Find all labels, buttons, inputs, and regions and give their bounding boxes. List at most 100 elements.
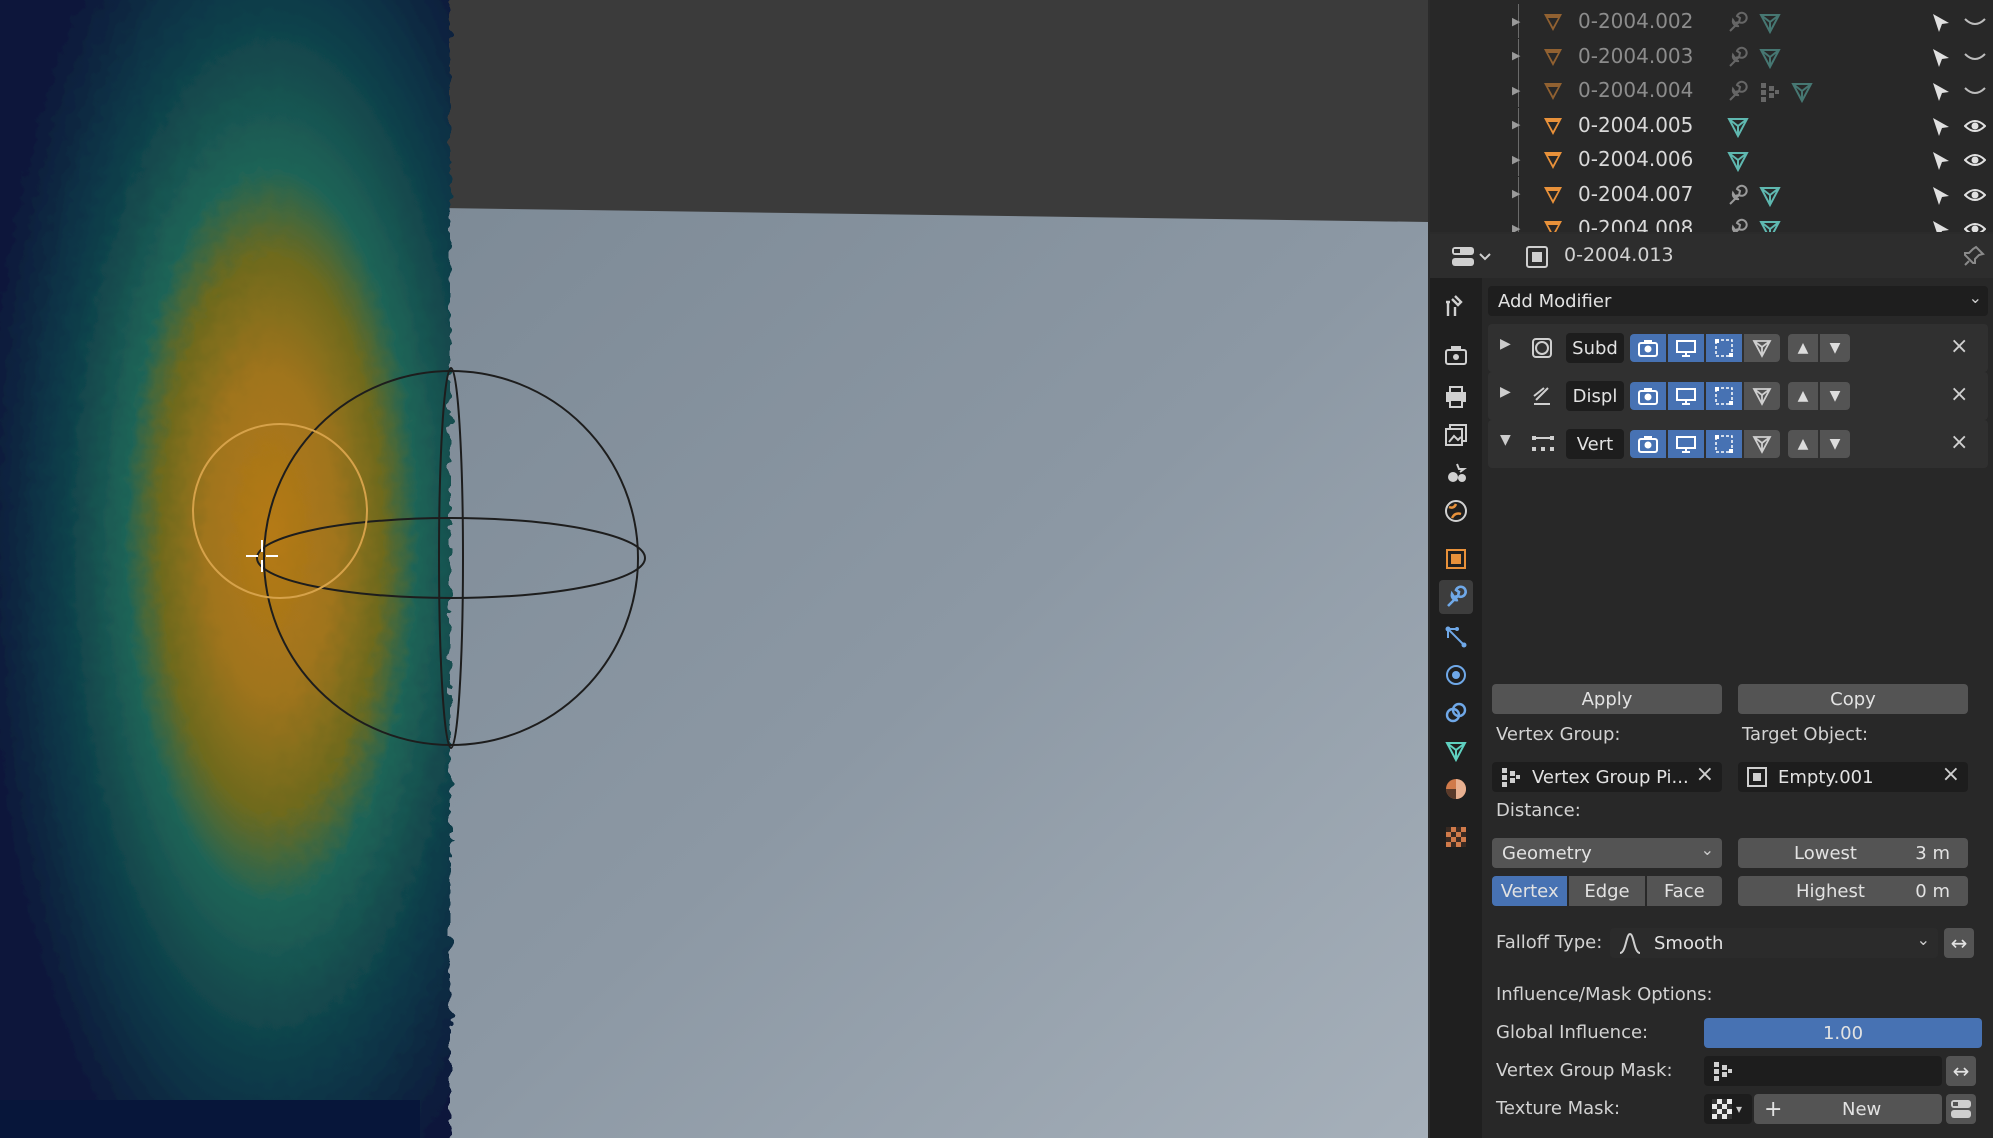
pin-icon[interactable] <box>1962 244 1986 268</box>
texture-coords-button[interactable] <box>1946 1094 1976 1124</box>
outliner-item-name[interactable]: 0-2004.004 <box>1578 78 1693 102</box>
outliner-row[interactable]: ▶ 0-2004.003 <box>1430 38 1993 74</box>
eye-icon[interactable] <box>1964 220 1986 232</box>
cage-toggle[interactable] <box>1744 430 1780 458</box>
remove-modifier-icon[interactable]: × <box>1950 430 1968 455</box>
3d-viewport[interactable] <box>0 0 1428 1138</box>
move-down-button[interactable]: ▼ <box>1820 334 1850 362</box>
cage-toggle[interactable] <box>1744 334 1780 362</box>
mesh-data-icon[interactable] <box>1758 218 1782 232</box>
mesh-data-icon[interactable] <box>1758 184 1782 212</box>
move-down-button[interactable]: ▼ <box>1820 382 1850 410</box>
segment-edge[interactable]: Edge <box>1569 876 1645 906</box>
tab-output[interactable] <box>1439 380 1473 414</box>
outliner-item-name[interactable]: 0-2004.005 <box>1578 113 1693 137</box>
segment-face[interactable]: Face <box>1646 876 1722 906</box>
selectable-arrow-icon[interactable] <box>1930 185 1952 207</box>
outliner-item-name[interactable]: 0-2004.003 <box>1578 44 1693 68</box>
modifier-name-field[interactable]: Subd <box>1566 333 1624 363</box>
collapse-arrow-icon[interactable]: ▼ <box>1500 432 1511 448</box>
expand-arrow-icon[interactable]: ▶ <box>1512 84 1520 97</box>
selectable-arrow-icon[interactable] <box>1930 219 1952 232</box>
texture-browse-button[interactable]: ▾ <box>1704 1094 1752 1124</box>
wrench-icon[interactable] <box>1726 218 1750 232</box>
invert-mask-toggle[interactable]: ↔ <box>1946 1056 1976 1086</box>
outliner-row[interactable]: ▶ 0-2004.007 <box>1430 176 1993 212</box>
invert-falloff-toggle[interactable]: ↔ <box>1944 928 1974 958</box>
expand-arrow-icon[interactable]: ▶ <box>1512 153 1520 166</box>
selectable-arrow-icon[interactable] <box>1930 12 1952 34</box>
tab-constraints[interactable] <box>1439 696 1473 730</box>
move-up-button[interactable]: ▲ <box>1788 382 1818 410</box>
tab-world[interactable] <box>1439 494 1473 528</box>
add-modifier-dropdown[interactable]: Add Modifier ⌄ <box>1488 286 1988 316</box>
mesh-data-icon[interactable] <box>1726 115 1750 143</box>
clear-target-object-icon[interactable]: × <box>1942 762 1960 787</box>
expand-arrow-icon[interactable]: ▶ <box>1500 384 1511 400</box>
render-toggle[interactable] <box>1630 334 1666 362</box>
tab-physics[interactable] <box>1439 658 1473 692</box>
outliner-item-name[interactable]: 0-2004.007 <box>1578 182 1693 206</box>
outliner-row[interactable]: ▶ 0-2004.008 <box>1430 211 1993 232</box>
mesh-data-icon[interactable] <box>1758 11 1782 39</box>
clear-vertex-group-icon[interactable]: × <box>1696 762 1714 787</box>
edit-mode-toggle[interactable] <box>1706 334 1742 362</box>
falloff-type-dropdown[interactable]: Smooth ⌄ <box>1610 928 1938 958</box>
viewport-toggle[interactable] <box>1668 430 1704 458</box>
mesh-data-icon[interactable] <box>1790 80 1814 108</box>
outliner-row[interactable]: ▶ 0-2004.006 <box>1430 142 1993 176</box>
viewport-toggle[interactable] <box>1668 382 1704 410</box>
distance-mode-dropdown[interactable]: Geometry ⌄ <box>1492 838 1722 868</box>
eye-closed-icon[interactable] <box>1964 48 1986 66</box>
eye-closed-icon[interactable] <box>1964 13 1986 31</box>
outliner-row[interactable]: ▶ 0-2004.004 <box>1430 73 1993 107</box>
tab-tool[interactable] <box>1439 290 1473 324</box>
remove-modifier-icon[interactable]: × <box>1950 334 1968 359</box>
tab-particles[interactable] <box>1439 620 1473 654</box>
selectable-arrow-icon[interactable] <box>1930 81 1952 103</box>
wrench-icon[interactable] <box>1726 11 1750 39</box>
tab-mesh-data[interactable] <box>1439 734 1473 768</box>
outliner[interactable]: ▶ 0-2004.002 ▶ 0-2004.003 ▶ 0-2004.004 ▶ 0-2004… <box>1430 0 1993 232</box>
eye-icon[interactable] <box>1964 151 1986 169</box>
wrench-icon[interactable] <box>1726 80 1750 108</box>
mesh-data-icon[interactable] <box>1758 46 1782 74</box>
edit-mode-toggle[interactable] <box>1706 430 1742 458</box>
mesh-data-icon[interactable] <box>1726 149 1750 177</box>
eye-icon[interactable] <box>1964 186 1986 204</box>
modifier-header[interactable]: ▼ Vert ▲ ▼ × <box>1488 420 1988 468</box>
eye-icon[interactable] <box>1964 117 1986 135</box>
outliner-item-name[interactable]: 0-2004.006 <box>1578 147 1693 171</box>
viewport-toggle[interactable] <box>1668 334 1704 362</box>
render-toggle[interactable] <box>1630 430 1666 458</box>
render-toggle[interactable] <box>1630 382 1666 410</box>
outliner-row[interactable]: ▶ 0-2004.002 <box>1430 4 1993 38</box>
copy-button[interactable]: Copy <box>1738 684 1968 714</box>
lowest-field[interactable]: Lowest 3 m <box>1738 838 1968 868</box>
modifier-header[interactable]: ▶ Displ ▲ ▼ × <box>1488 372 1988 420</box>
outliner-row[interactable]: ▶ 0-2004.005 <box>1430 107 1993 143</box>
expand-arrow-icon[interactable]: ▶ <box>1512 222 1520 233</box>
outliner-item-name[interactable]: 0-2004.008 <box>1578 216 1693 232</box>
tab-scene[interactable] <box>1439 456 1473 490</box>
move-up-button[interactable]: ▲ <box>1788 430 1818 458</box>
expand-arrow-icon[interactable]: ▶ <box>1512 187 1520 200</box>
wrench-icon[interactable] <box>1726 184 1750 212</box>
remove-modifier-icon[interactable]: × <box>1950 382 1968 407</box>
apply-button[interactable]: Apply <box>1492 684 1722 714</box>
move-down-button[interactable]: ▼ <box>1820 430 1850 458</box>
highest-field[interactable]: Highest 0 m <box>1738 876 1968 906</box>
selectable-arrow-icon[interactable] <box>1930 47 1952 69</box>
tab-texture[interactable] <box>1439 820 1473 854</box>
selectable-arrow-icon[interactable] <box>1930 116 1952 138</box>
expand-arrow-icon[interactable]: ▶ <box>1512 49 1520 62</box>
modifier-name-field[interactable]: Vert <box>1566 429 1624 459</box>
selectable-arrow-icon[interactable] <box>1930 150 1952 172</box>
wrench-icon[interactable] <box>1726 46 1750 74</box>
tab-material[interactable] <box>1439 772 1473 806</box>
new-texture-button[interactable]: + New <box>1754 1094 1942 1124</box>
global-influence-slider[interactable]: 1.00 <box>1704 1018 1982 1048</box>
modifier-name-field[interactable]: Displ <box>1566 381 1624 411</box>
cage-toggle[interactable] <box>1744 382 1780 410</box>
tab-render[interactable] <box>1439 338 1473 372</box>
